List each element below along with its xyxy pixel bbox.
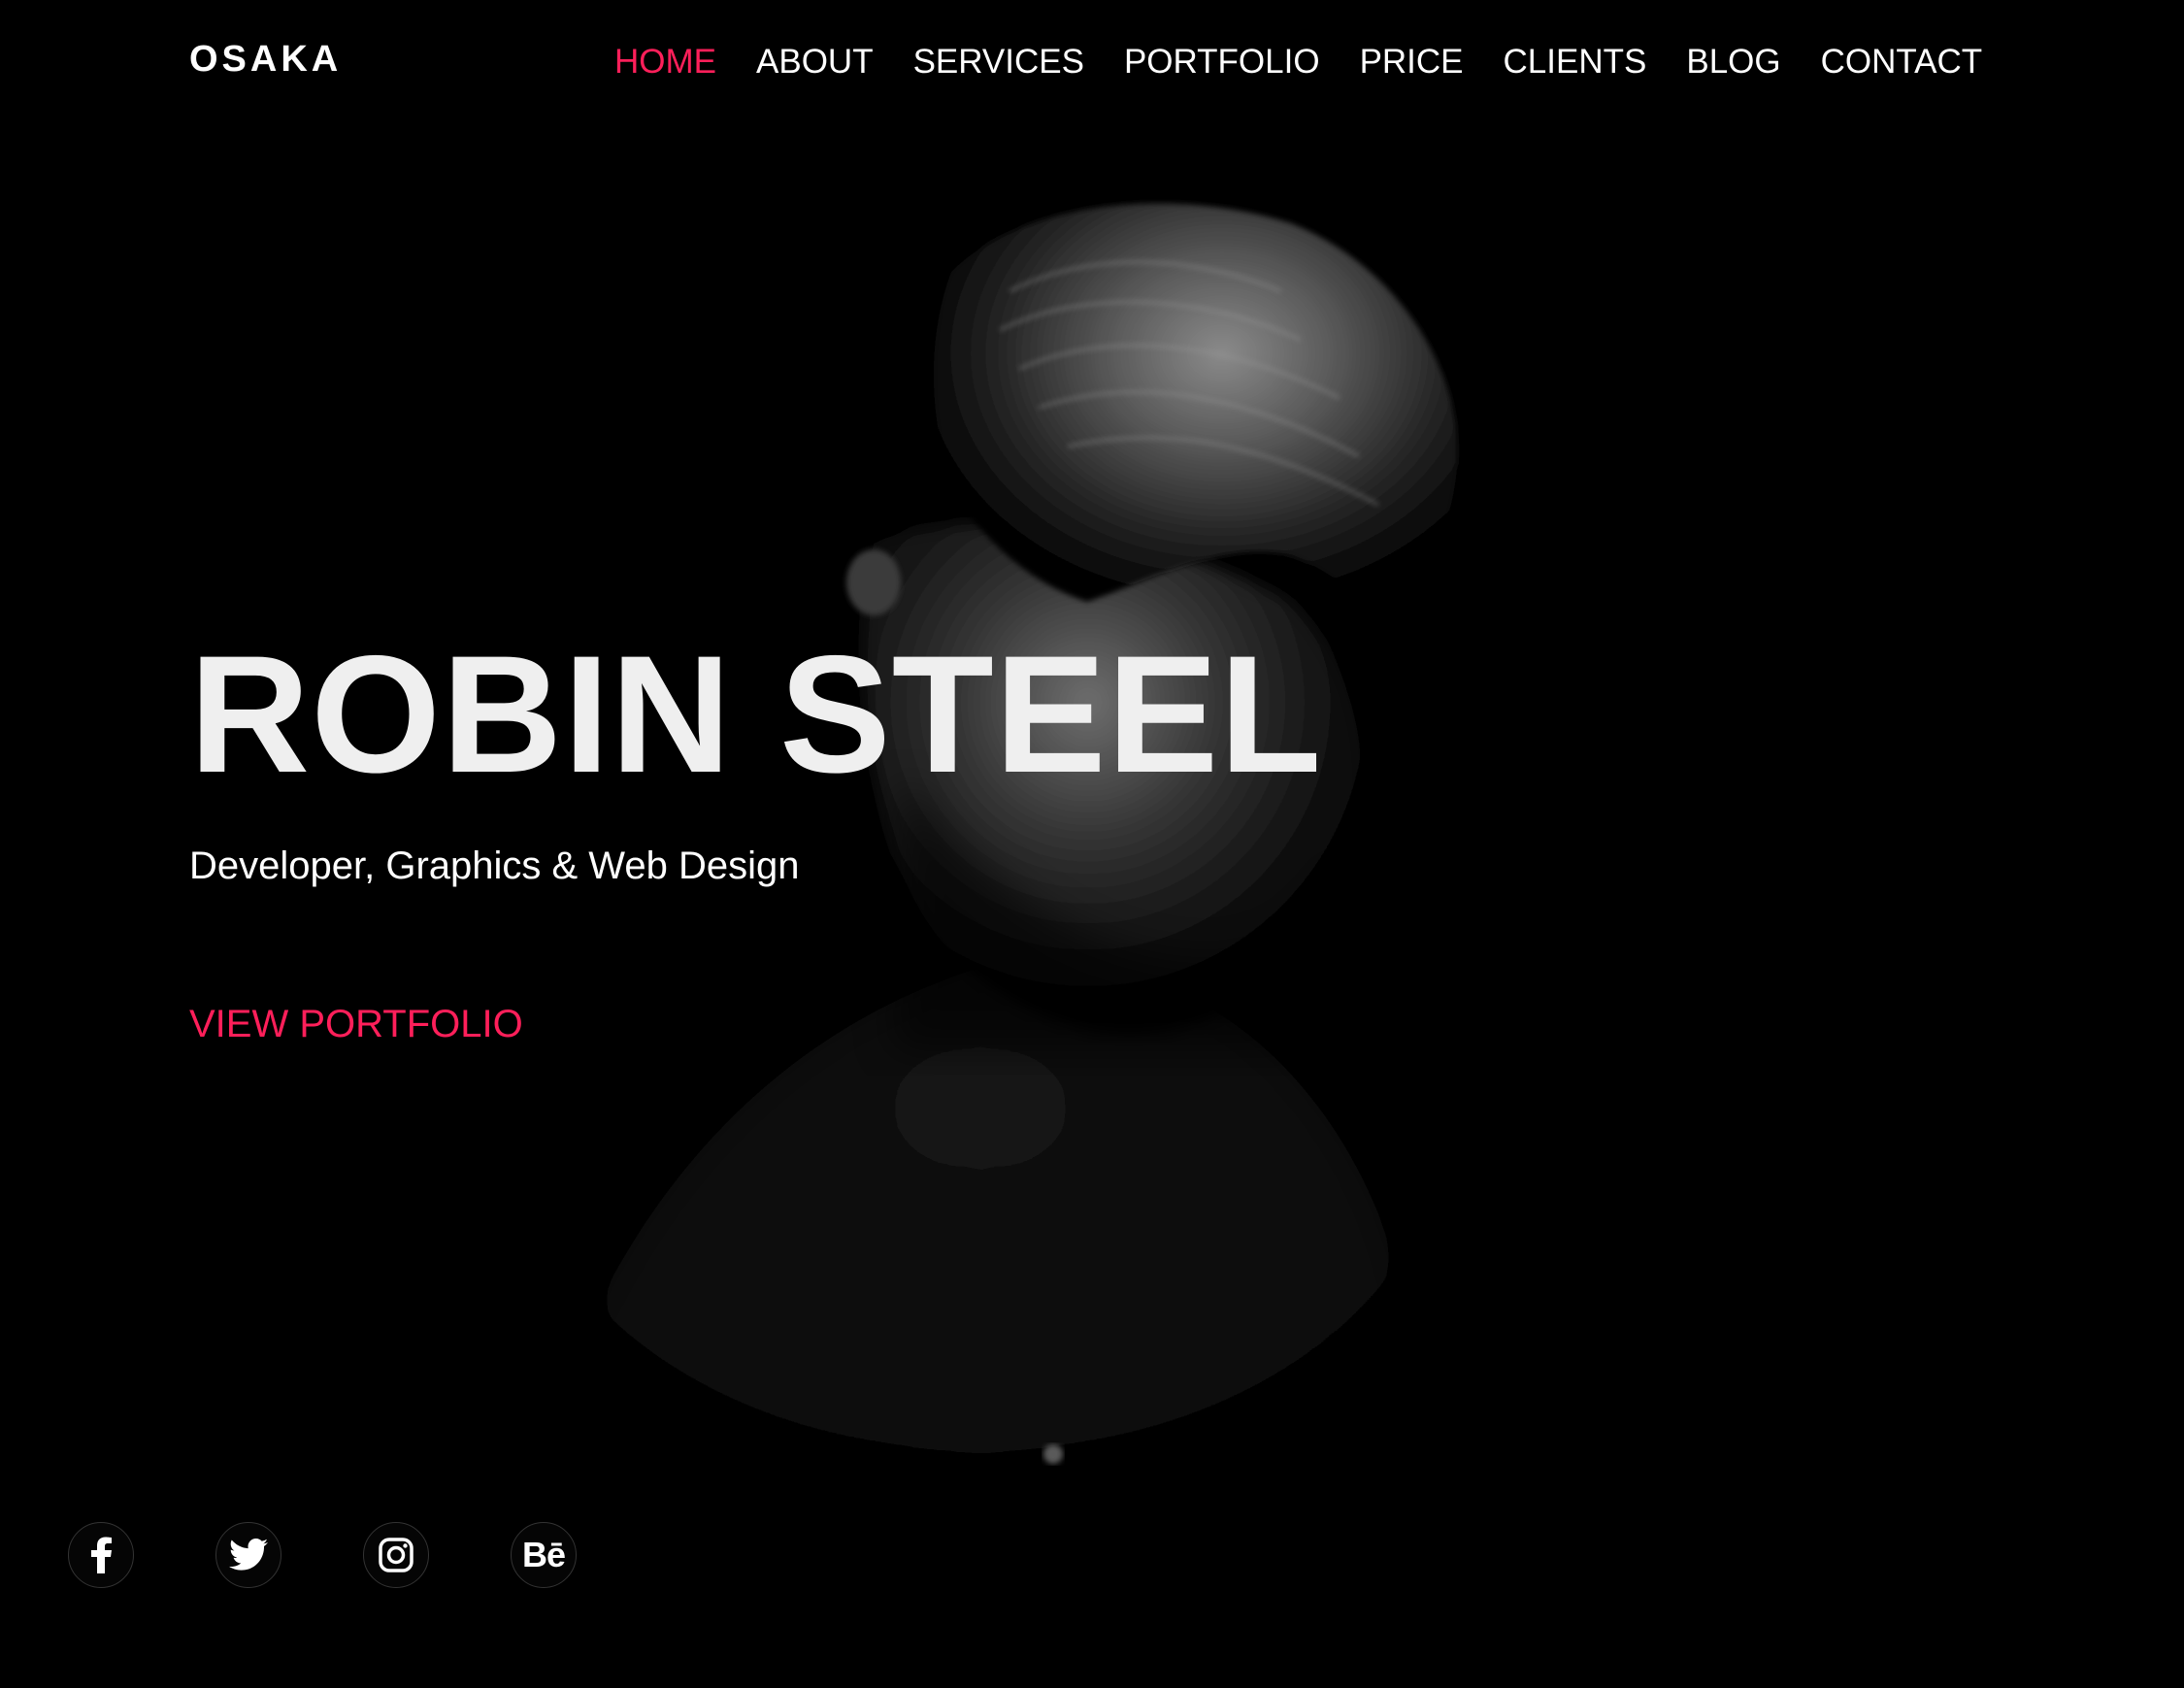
behance-icon: Bē xyxy=(521,1535,566,1574)
hero-content: ROBIN STEEL Developer, Graphics & Web De… xyxy=(189,631,1322,1046)
main-nav: HOME ABOUT SERVICES PORTFOLIO PRICE CLIE… xyxy=(614,43,2022,82)
view-portfolio-link[interactable]: VIEW PORTFOLIO xyxy=(189,1003,523,1046)
nav-item-about[interactable]: ABOUT xyxy=(756,43,874,82)
twitter-link[interactable] xyxy=(215,1522,281,1588)
hero-section: OSAKA HOME ABOUT SERVICES PORTFOLIO PRIC… xyxy=(0,0,2184,1688)
hero-subtitle: Developer, Graphics & Web Design xyxy=(189,844,800,887)
nav-item-services[interactable]: SERVICES xyxy=(913,43,1084,82)
nav-item-price[interactable]: PRICE xyxy=(1360,43,1464,82)
facebook-link[interactable] xyxy=(68,1522,134,1588)
site-logo[interactable]: OSAKA xyxy=(189,39,342,81)
twitter-icon xyxy=(229,1539,268,1572)
behance-link[interactable]: Bē xyxy=(511,1522,577,1588)
nav-item-home[interactable]: HOME xyxy=(614,43,716,82)
facebook-icon xyxy=(87,1537,115,1573)
site-header: OSAKA HOME ABOUT SERVICES PORTFOLIO PRIC… xyxy=(0,0,2184,128)
nav-item-blog[interactable]: BLOG xyxy=(1686,43,1780,82)
nav-item-portfolio[interactable]: PORTFOLIO xyxy=(1124,43,1320,82)
hero-title: ROBIN STEEL xyxy=(189,621,1323,808)
nav-item-clients[interactable]: CLIENTS xyxy=(1504,43,1647,82)
nav-item-contact[interactable]: CONTACT xyxy=(1821,43,1983,82)
social-links: Bē xyxy=(68,1522,658,1588)
instagram-link[interactable] xyxy=(363,1522,429,1588)
instagram-icon xyxy=(379,1538,414,1572)
